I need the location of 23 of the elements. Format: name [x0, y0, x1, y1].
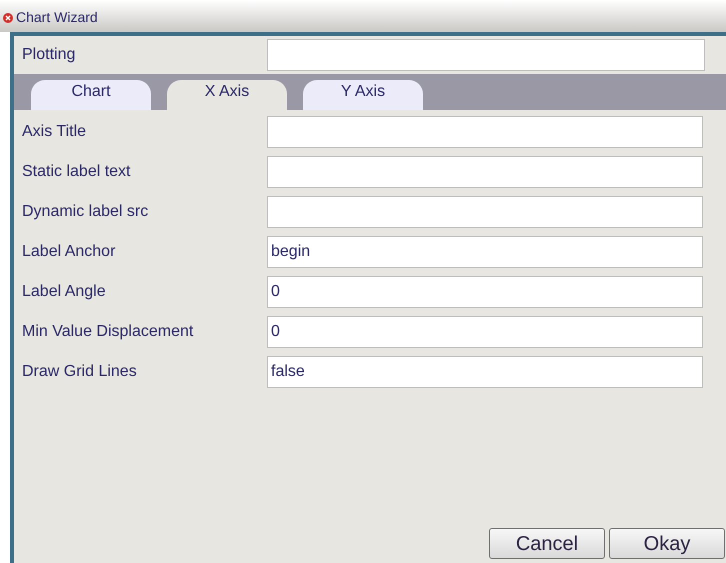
- input-field[interactable]: [267, 156, 703, 188]
- dialog-button[interactable]: Cancel: [489, 528, 605, 559]
- field-label: Min Value Displacement: [22, 322, 194, 342]
- input-field[interactable]: [267, 196, 703, 228]
- input-field[interactable]: false: [267, 356, 703, 388]
- field-label: Static label text: [22, 162, 132, 182]
- tab[interactable]: Y Axis: [303, 80, 423, 110]
- tab[interactable]: Chart: [31, 80, 151, 110]
- field-label: Label Anchor: [22, 242, 116, 262]
- input-field[interactable]: [267, 116, 703, 148]
- field-label: Axis Title: [22, 122, 88, 142]
- tab[interactable]: X Axis: [167, 80, 287, 110]
- window-title: Chart Wizard: [16, 8, 98, 27]
- field-label: Draw Grid Lines: [22, 362, 138, 382]
- field-label: Label Angle: [22, 282, 107, 302]
- field-label: Dynamic label src: [22, 202, 150, 222]
- field-label: Plotting: [22, 45, 76, 65]
- dialog-button[interactable]: Okay: [609, 528, 725, 559]
- input-field[interactable]: 0: [267, 316, 703, 348]
- input-field[interactable]: begin: [267, 236, 703, 268]
- close-icon[interactable]: [3, 12, 13, 22]
- input-field[interactable]: [267, 39, 705, 71]
- input-field[interactable]: 0: [267, 276, 703, 308]
